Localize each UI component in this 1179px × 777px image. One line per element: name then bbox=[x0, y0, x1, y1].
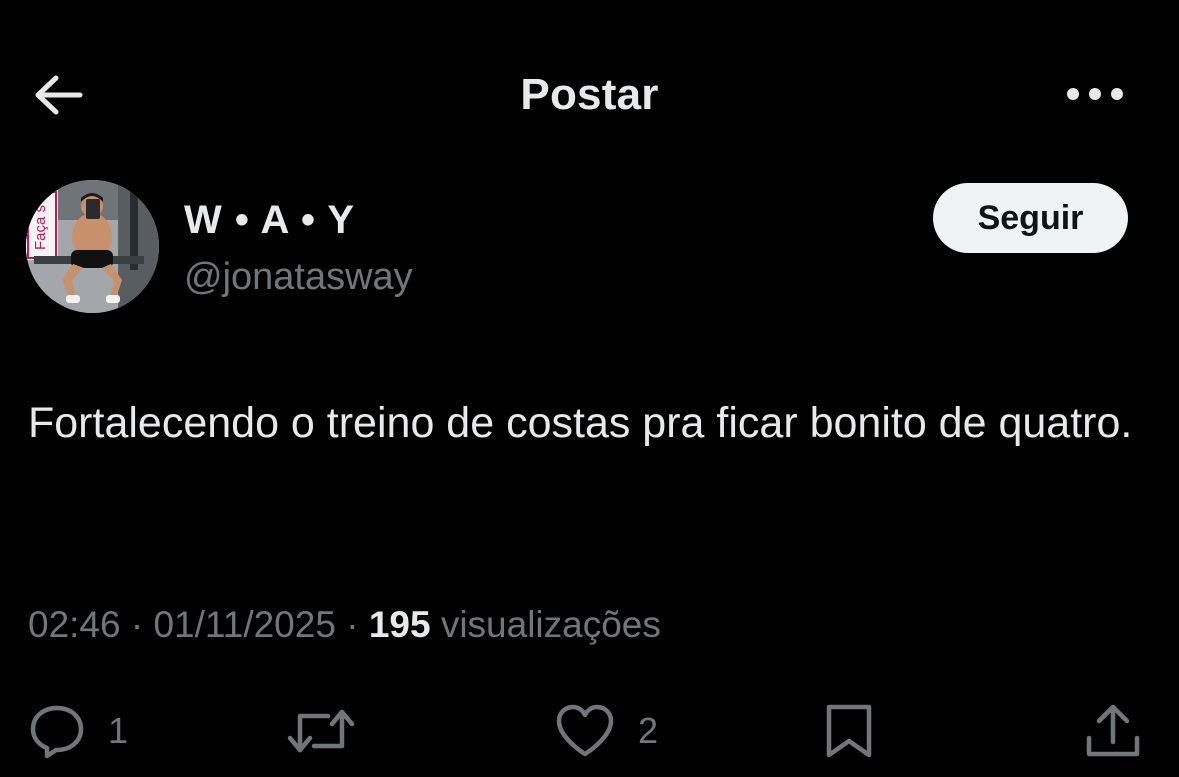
post-meta: 02:46 · 01/11/2025 · 195 visualizações bbox=[28, 604, 661, 646]
heart-icon bbox=[556, 704, 614, 757]
more-options-button[interactable] bbox=[1060, 74, 1130, 114]
reply-icon bbox=[30, 705, 84, 759]
author-row: Faça s W • A • Y @jonatasway Seguir bbox=[26, 180, 1156, 320]
meta-separator: · bbox=[120, 604, 154, 645]
more-horizontal-icon bbox=[1067, 88, 1123, 100]
bookmark-icon bbox=[826, 704, 872, 758]
avatar[interactable]: Faça s bbox=[26, 180, 159, 313]
bookmark-button[interactable] bbox=[822, 698, 876, 764]
author-display-name[interactable]: W • A • Y bbox=[184, 198, 355, 243]
share-icon bbox=[1086, 704, 1140, 757]
like-button[interactable]: 2 bbox=[554, 698, 658, 764]
avatar-photo: Faça s bbox=[26, 180, 159, 313]
follow-button[interactable]: Seguir bbox=[933, 183, 1128, 253]
page-title: Postar bbox=[520, 70, 659, 119]
reply-button[interactable]: 1 bbox=[28, 698, 128, 764]
views-count[interactable]: 195 bbox=[369, 604, 431, 645]
post-text: Fortalecendo o treino de costas pra fica… bbox=[28, 399, 1133, 447]
repost-icon bbox=[287, 709, 355, 753]
reply-count: 1 bbox=[108, 710, 129, 751]
like-count: 2 bbox=[638, 710, 659, 751]
views-label[interactable]: visualizações bbox=[441, 604, 661, 645]
post-date: 01/11/2025 bbox=[153, 604, 336, 645]
post-time: 02:46 bbox=[28, 604, 121, 645]
avatar-sign-text: Faça s bbox=[32, 205, 49, 250]
meta-separator: · bbox=[335, 604, 369, 645]
top-bar: Postar bbox=[0, 52, 1179, 138]
author-handle[interactable]: @jonatasway bbox=[184, 256, 413, 299]
share-button[interactable] bbox=[1084, 698, 1142, 764]
action-bar: 1 2 bbox=[0, 698, 1179, 764]
repost-button[interactable] bbox=[286, 698, 356, 764]
